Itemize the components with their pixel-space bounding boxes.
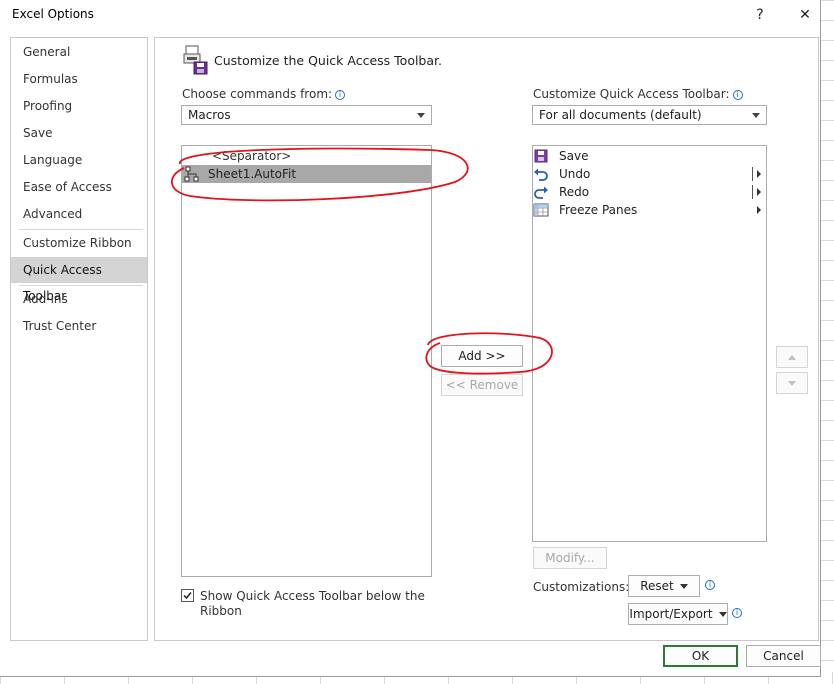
customize-qat-label: Customize Quick Access Toolbar: i: [533, 87, 743, 101]
show-below-ribbon-checkbox[interactable]: [181, 589, 194, 602]
available-commands-list[interactable]: [181, 145, 432, 577]
list-item-undo[interactable]: Undo: [533, 165, 766, 183]
chevron-down-icon: [679, 584, 688, 589]
choose-commands-label: Choose commands from: i: [182, 87, 346, 101]
save-icon: [534, 149, 548, 163]
nav-item-trust-center[interactable]: Trust Center: [11, 313, 147, 339]
nav-item-quick-access-toolbar[interactable]: Quick Access Toolbar: [11, 257, 147, 303]
close-icon: ✕: [799, 7, 811, 23]
nav-item-general[interactable]: General: [11, 39, 147, 65]
options-nav: General Formulas Proofing Save Language …: [10, 37, 148, 641]
checkmark-icon: [183, 592, 192, 600]
chevron-right-icon: [757, 170, 761, 178]
quick-access-toolbar-icon: [183, 45, 208, 75]
list-item-sheet1-autofit[interactable]: Sheet1.AutoFit: [182, 165, 431, 183]
show-below-ribbon-label-cont: Ribbon: [200, 604, 242, 618]
move-up-button[interactable]: [776, 346, 808, 368]
list-item-separator[interactable]: <Separator>: [212, 147, 291, 165]
ok-button[interactable]: OK: [663, 645, 738, 667]
chevron-down-icon: [752, 113, 760, 118]
choose-commands-dropdown[interactable]: Macros: [181, 105, 432, 125]
remove-button[interactable]: << Remove: [441, 374, 523, 396]
nav-item-language[interactable]: Language: [11, 147, 147, 173]
help-icon: ?: [756, 7, 764, 23]
macro-icon: [184, 166, 199, 182]
nav-item-ease-of-access[interactable]: Ease of Access: [11, 174, 147, 200]
list-item-save[interactable]: Save: [533, 147, 766, 165]
redo-icon: [534, 186, 548, 199]
nav-item-customize-ribbon[interactable]: Customize Ribbon: [11, 230, 147, 256]
customizations-label: Customizations:: [533, 580, 630, 594]
customize-qat-dropdown[interactable]: For all documents (default): [532, 105, 767, 125]
background-sheet-grid: [820, 0, 834, 684]
cancel-button[interactable]: Cancel: [746, 645, 821, 667]
freeze-panes-icon: [533, 203, 549, 217]
modify-button[interactable]: Modify...: [533, 547, 607, 569]
move-down-button[interactable]: [776, 372, 808, 394]
title-bar: Excel Options ? ✕: [0, 0, 821, 30]
nav-item-proofing[interactable]: Proofing: [11, 93, 147, 119]
nav-item-add-ins[interactable]: Add-ins: [11, 286, 147, 312]
info-icon: i: [335, 90, 346, 100]
info-icon: i: [732, 90, 743, 100]
chevron-down-icon: [718, 612, 727, 617]
submenu-divider: [752, 167, 753, 181]
list-item-freeze-panes[interactable]: Freeze Panes: [533, 201, 766, 219]
help-button[interactable]: ?: [745, 2, 775, 28]
nav-item-save[interactable]: Save: [11, 120, 147, 146]
triangle-up-icon: [788, 355, 796, 360]
close-button[interactable]: ✕: [790, 2, 820, 28]
excel-options-dialog: Excel Options ? ✕ General Formulas Proof…: [0, 0, 821, 677]
reset-button[interactable]: Reset: [628, 575, 700, 597]
chevron-right-icon: [757, 206, 761, 214]
info-icon: i: [732, 608, 742, 618]
list-item-redo[interactable]: Redo: [533, 183, 766, 201]
show-below-ribbon-label: Show Quick Access Toolbar below the: [200, 589, 425, 603]
info-icon: i: [705, 580, 715, 590]
window-title: Excel Options: [12, 7, 94, 21]
chevron-right-icon: [757, 188, 761, 196]
undo-icon: [534, 168, 548, 181]
import-export-button[interactable]: Import/Export: [628, 603, 728, 625]
submenu-divider: [752, 185, 753, 199]
add-button[interactable]: Add >>: [441, 345, 523, 367]
page-heading: Customize the Quick Access Toolbar.: [214, 53, 442, 68]
nav-item-advanced[interactable]: Advanced: [11, 201, 147, 227]
chevron-down-icon: [417, 113, 425, 118]
triangle-down-icon: [788, 381, 796, 386]
nav-item-formulas[interactable]: Formulas: [11, 66, 147, 92]
